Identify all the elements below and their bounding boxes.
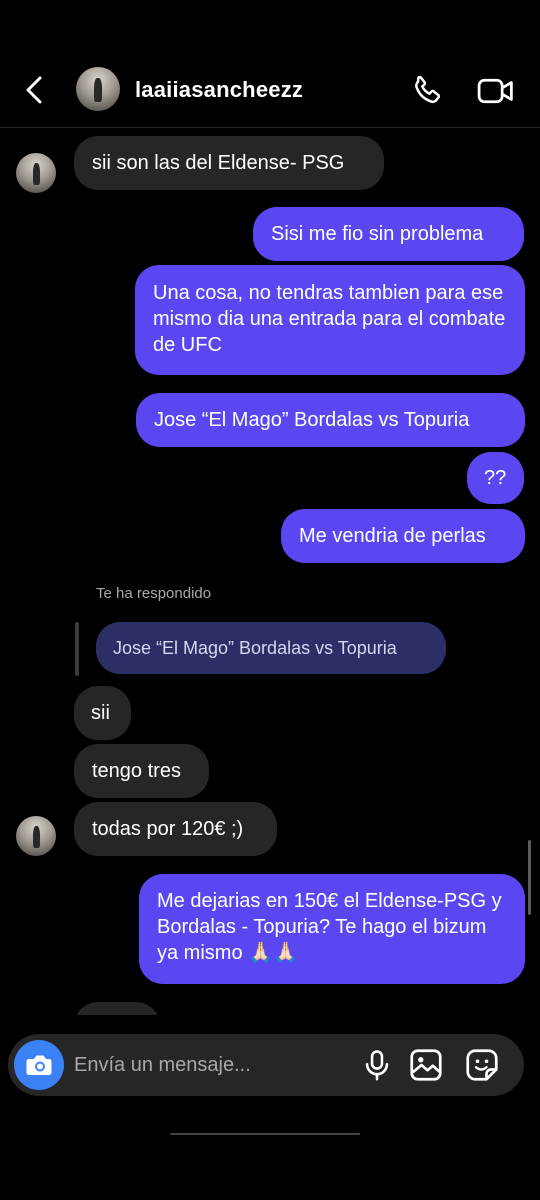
message-bubble-outgoing[interactable]: Sisi me fio sin problema [253,207,524,261]
quoted-message[interactable]: Jose “El Mago” Bordalas vs Topuria [96,622,446,674]
message-bubble-incoming[interactable]: todas por 120€ ;) [74,802,277,856]
message-bubble-incoming[interactable]: tengo tres [74,744,209,798]
message-bubble-incoming[interactable]: sii son las del Eldense- PSG [74,136,384,190]
contact-avatar[interactable] [76,67,120,111]
message-bubble-incoming[interactable]: sii [74,686,131,740]
reply-context-note: Te ha respondido [96,585,212,602]
sticker-icon[interactable] [464,1047,500,1083]
chat-header: laaiiasancheezz [0,50,540,130]
camera-button[interactable] [14,1040,64,1090]
sender-avatar[interactable] [16,153,56,193]
message-bubble-outgoing[interactable]: Me dejarias en 150€ el Eldense-PSG y Bor… [139,874,525,984]
message-input[interactable] [74,1044,344,1086]
message-bubble-outgoing[interactable]: Me vendria de perlas [281,509,525,563]
contact-username[interactable]: laaiiasancheezz [135,77,303,103]
message-bubble-outgoing[interactable]: Una cosa, no tendras tambien para ese mi… [135,265,525,375]
header-divider [0,127,540,128]
message-bubble-outgoing[interactable]: Jose “El Mago” Bordalas vs Topuria [136,393,525,447]
home-indicator [170,1133,360,1135]
sender-avatar[interactable] [16,816,56,856]
back-chevron-icon[interactable] [18,72,54,108]
video-camera-icon[interactable] [476,72,516,110]
reply-indicator-bar [75,622,79,676]
microphone-icon[interactable] [360,1048,394,1082]
gallery-icon[interactable] [408,1047,444,1083]
phone-icon[interactable] [408,72,446,110]
camera-icon [26,1055,52,1075]
message-composer [8,1034,524,1096]
scrollbar[interactable] [528,840,531,915]
message-bubble-outgoing[interactable]: ?? [467,452,524,504]
